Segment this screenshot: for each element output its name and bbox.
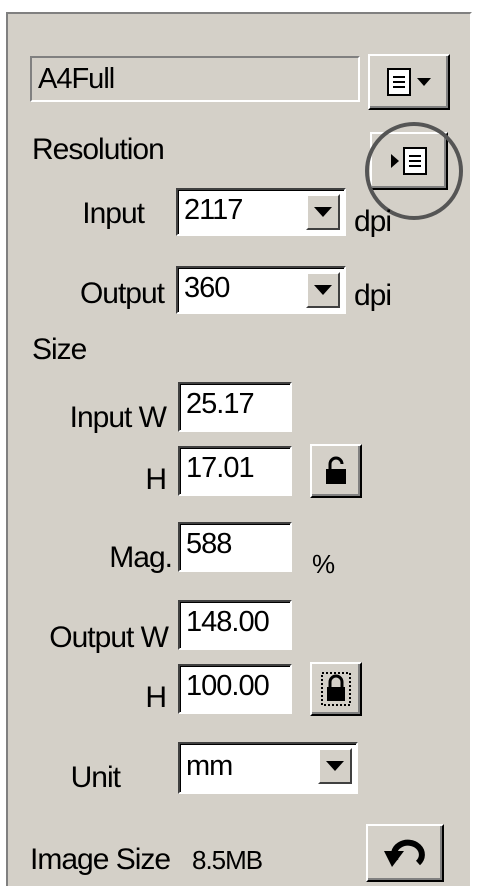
output-width-label: Output W: [49, 621, 169, 654]
magnification-field[interactable]: 588: [178, 522, 292, 572]
size-heading: Size: [32, 333, 87, 366]
input-width-label: Input W: [69, 401, 167, 434]
output-resolution-value: 360: [184, 272, 230, 304]
magnification-unit: %: [312, 549, 335, 579]
image-size-label: Image Size: [30, 843, 171, 876]
resolution-heading: Resolution: [32, 133, 165, 166]
input-resolution-combo[interactable]: 2117: [176, 188, 346, 236]
input-resolution-dropdown-button[interactable]: [306, 194, 340, 230]
image-size-value: 8.5MB: [192, 845, 263, 875]
input-resolution-label: Input: [82, 197, 145, 230]
output-resolution-label: Output: [79, 277, 165, 310]
chevron-down-icon: [314, 285, 332, 295]
reset-button[interactable]: [366, 824, 444, 882]
input-height-label: H: [145, 463, 167, 496]
unit-value: mm: [186, 750, 233, 782]
preset-name-field[interactable]: A4Full: [30, 56, 360, 102]
output-height-label: H: [145, 681, 167, 714]
output-height-field[interactable]: 100.00: [178, 664, 292, 714]
chevron-down-icon: [326, 761, 344, 771]
unit-dropdown-button[interactable]: [318, 748, 352, 784]
input-height-field[interactable]: 17.01: [178, 446, 292, 496]
preset-menu-button[interactable]: [368, 54, 450, 110]
input-resolution-unit: dpi: [354, 205, 392, 238]
output-size-lock-button[interactable]: [310, 662, 362, 716]
unit-label: Unit: [70, 761, 121, 794]
document-list-icon: [387, 68, 411, 96]
output-width-field[interactable]: 148.00: [178, 600, 292, 650]
padlock-open-icon: [326, 456, 346, 484]
input-width-field[interactable]: 25.17: [178, 382, 292, 432]
scan-settings-panel: A4Full Resolution Input 2117 dpi Output …: [6, 12, 472, 886]
input-resolution-value: 2117: [184, 194, 243, 226]
padlock-closed-icon: [321, 672, 351, 706]
output-resolution-combo[interactable]: 360: [176, 266, 346, 314]
output-resolution-unit: dpi: [354, 279, 392, 312]
magnification-label: Mag.: [109, 541, 173, 574]
chevron-down-icon: [314, 207, 332, 217]
input-size-lock-button[interactable]: [310, 444, 362, 498]
undo-arrow-icon: [384, 839, 425, 867]
unit-select[interactable]: mm: [178, 742, 358, 794]
output-resolution-dropdown-button[interactable]: [306, 272, 340, 308]
dropdown-arrow-icon: [417, 78, 431, 86]
